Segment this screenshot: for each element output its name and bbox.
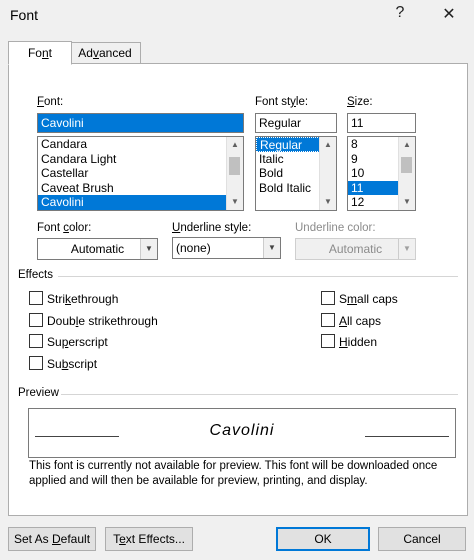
font-color-dropdown[interactable]: Automatic ▼ bbox=[37, 238, 158, 260]
effects-divider bbox=[58, 276, 458, 277]
tab-font-label: Font bbox=[27, 46, 53, 60]
set-as-default-label: Set As Default bbox=[13, 532, 91, 546]
font-list-items: Candara Candara Light Castellar Caveat B… bbox=[38, 137, 243, 210]
font-label: Font: bbox=[37, 96, 64, 108]
text-effects-button[interactable]: Text Effects... bbox=[105, 527, 193, 551]
list-item[interactable]: Candara bbox=[38, 137, 243, 152]
underline-style-value: (none) bbox=[176, 241, 211, 255]
text-effects-label: Text Effects... bbox=[113, 532, 185, 546]
chevron-down-icon[interactable]: ▼ bbox=[263, 238, 280, 258]
list-item-selected[interactable]: Cavolini bbox=[38, 195, 243, 210]
font-style-label: Font style: bbox=[255, 96, 309, 108]
font-list-scrollbar[interactable]: ▲ ▼ bbox=[226, 137, 243, 210]
scroll-up-icon[interactable]: ▲ bbox=[320, 137, 336, 153]
size-input[interactable]: 11 bbox=[347, 113, 416, 133]
ok-button[interactable]: OK bbox=[276, 527, 370, 551]
preview-note: This font is currently not available for… bbox=[29, 460, 438, 487]
preview-box: Cavolini bbox=[28, 408, 456, 458]
preview-divider bbox=[61, 394, 458, 395]
small-caps-label: Small caps bbox=[339, 292, 398, 306]
preview-sample-text: Cavolini bbox=[209, 422, 275, 439]
double-strikethrough-label: Double strikethrough bbox=[47, 314, 158, 328]
strikethrough-label: Strikethrough bbox=[47, 292, 119, 306]
chevron-down-icon: ▼ bbox=[398, 239, 415, 259]
tab-advanced[interactable]: Advanced bbox=[69, 42, 141, 64]
size-list[interactable]: 8 9 10 11 12 ▲ ▼ bbox=[347, 136, 416, 211]
chevron-down-icon[interactable]: ▼ bbox=[140, 239, 157, 259]
all-caps-checkbox[interactable] bbox=[321, 313, 335, 327]
list-item[interactable]: Caveat Brush bbox=[38, 181, 243, 196]
underline-color-dropdown[interactable]: Automatic ▼ bbox=[295, 238, 416, 260]
font-style-scrollbar[interactable]: ▲ ▼ bbox=[319, 137, 336, 210]
close-button[interactable]: ✕ bbox=[436, 4, 462, 24]
subscript-checkbox[interactable] bbox=[29, 356, 43, 370]
underline-style-dropdown[interactable]: (none) ▼ bbox=[172, 237, 281, 259]
size-list-scrollbar[interactable]: ▲ ▼ bbox=[398, 137, 415, 210]
underline-color-label: Underline color: bbox=[295, 222, 376, 234]
font-list[interactable]: Candara Candara Light Castellar Caveat B… bbox=[37, 136, 244, 211]
help-button[interactable]: ? bbox=[387, 4, 413, 22]
superscript-label: Superscript bbox=[47, 335, 108, 349]
set-as-default-button[interactable]: Set As Default bbox=[8, 527, 96, 551]
font-color-value: Automatic bbox=[70, 242, 125, 256]
preview-baseline-right bbox=[365, 436, 449, 437]
cancel-button[interactable]: Cancel bbox=[378, 527, 466, 551]
hidden-label: Hidden bbox=[339, 335, 378, 349]
scroll-down-icon[interactable]: ▼ bbox=[399, 194, 415, 210]
scroll-thumb[interactable] bbox=[229, 157, 240, 175]
underline-style-label: Underline style: bbox=[172, 222, 252, 234]
small-caps-checkbox[interactable] bbox=[321, 291, 335, 305]
preview-label: Preview bbox=[18, 387, 59, 399]
underline-color-value: Automatic bbox=[328, 242, 383, 256]
superscript-checkbox[interactable] bbox=[29, 334, 43, 348]
scroll-down-icon[interactable]: ▼ bbox=[320, 194, 336, 210]
size-label: Size: bbox=[347, 96, 373, 108]
font-style-list[interactable]: Regular Italic Bold Bold Italic ▲ ▼ bbox=[255, 136, 337, 211]
effects-label: Effects bbox=[18, 269, 53, 281]
scroll-up-icon[interactable]: ▲ bbox=[227, 137, 243, 153]
tab-advanced-label: Advanced bbox=[78, 46, 132, 60]
font-input[interactable]: Cavolini bbox=[37, 113, 244, 133]
list-item[interactable]: Castellar bbox=[38, 166, 243, 181]
subscript-label: Subscript bbox=[47, 357, 98, 371]
scroll-up-icon[interactable]: ▲ bbox=[399, 137, 415, 153]
double-strikethrough-checkbox[interactable] bbox=[29, 313, 43, 327]
hidden-checkbox[interactable] bbox=[321, 334, 335, 348]
window-title: Font bbox=[10, 7, 39, 23]
scroll-down-icon[interactable]: ▼ bbox=[227, 194, 243, 210]
scroll-thumb[interactable] bbox=[401, 157, 412, 173]
list-item[interactable]: Candara Light bbox=[38, 152, 243, 167]
tab-font[interactable]: Font bbox=[8, 41, 72, 65]
font-style-input[interactable]: Regular bbox=[255, 113, 337, 133]
strikethrough-checkbox[interactable] bbox=[29, 291, 43, 305]
font-color-label: Font color: bbox=[37, 222, 92, 234]
all-caps-label: All caps bbox=[339, 314, 382, 328]
